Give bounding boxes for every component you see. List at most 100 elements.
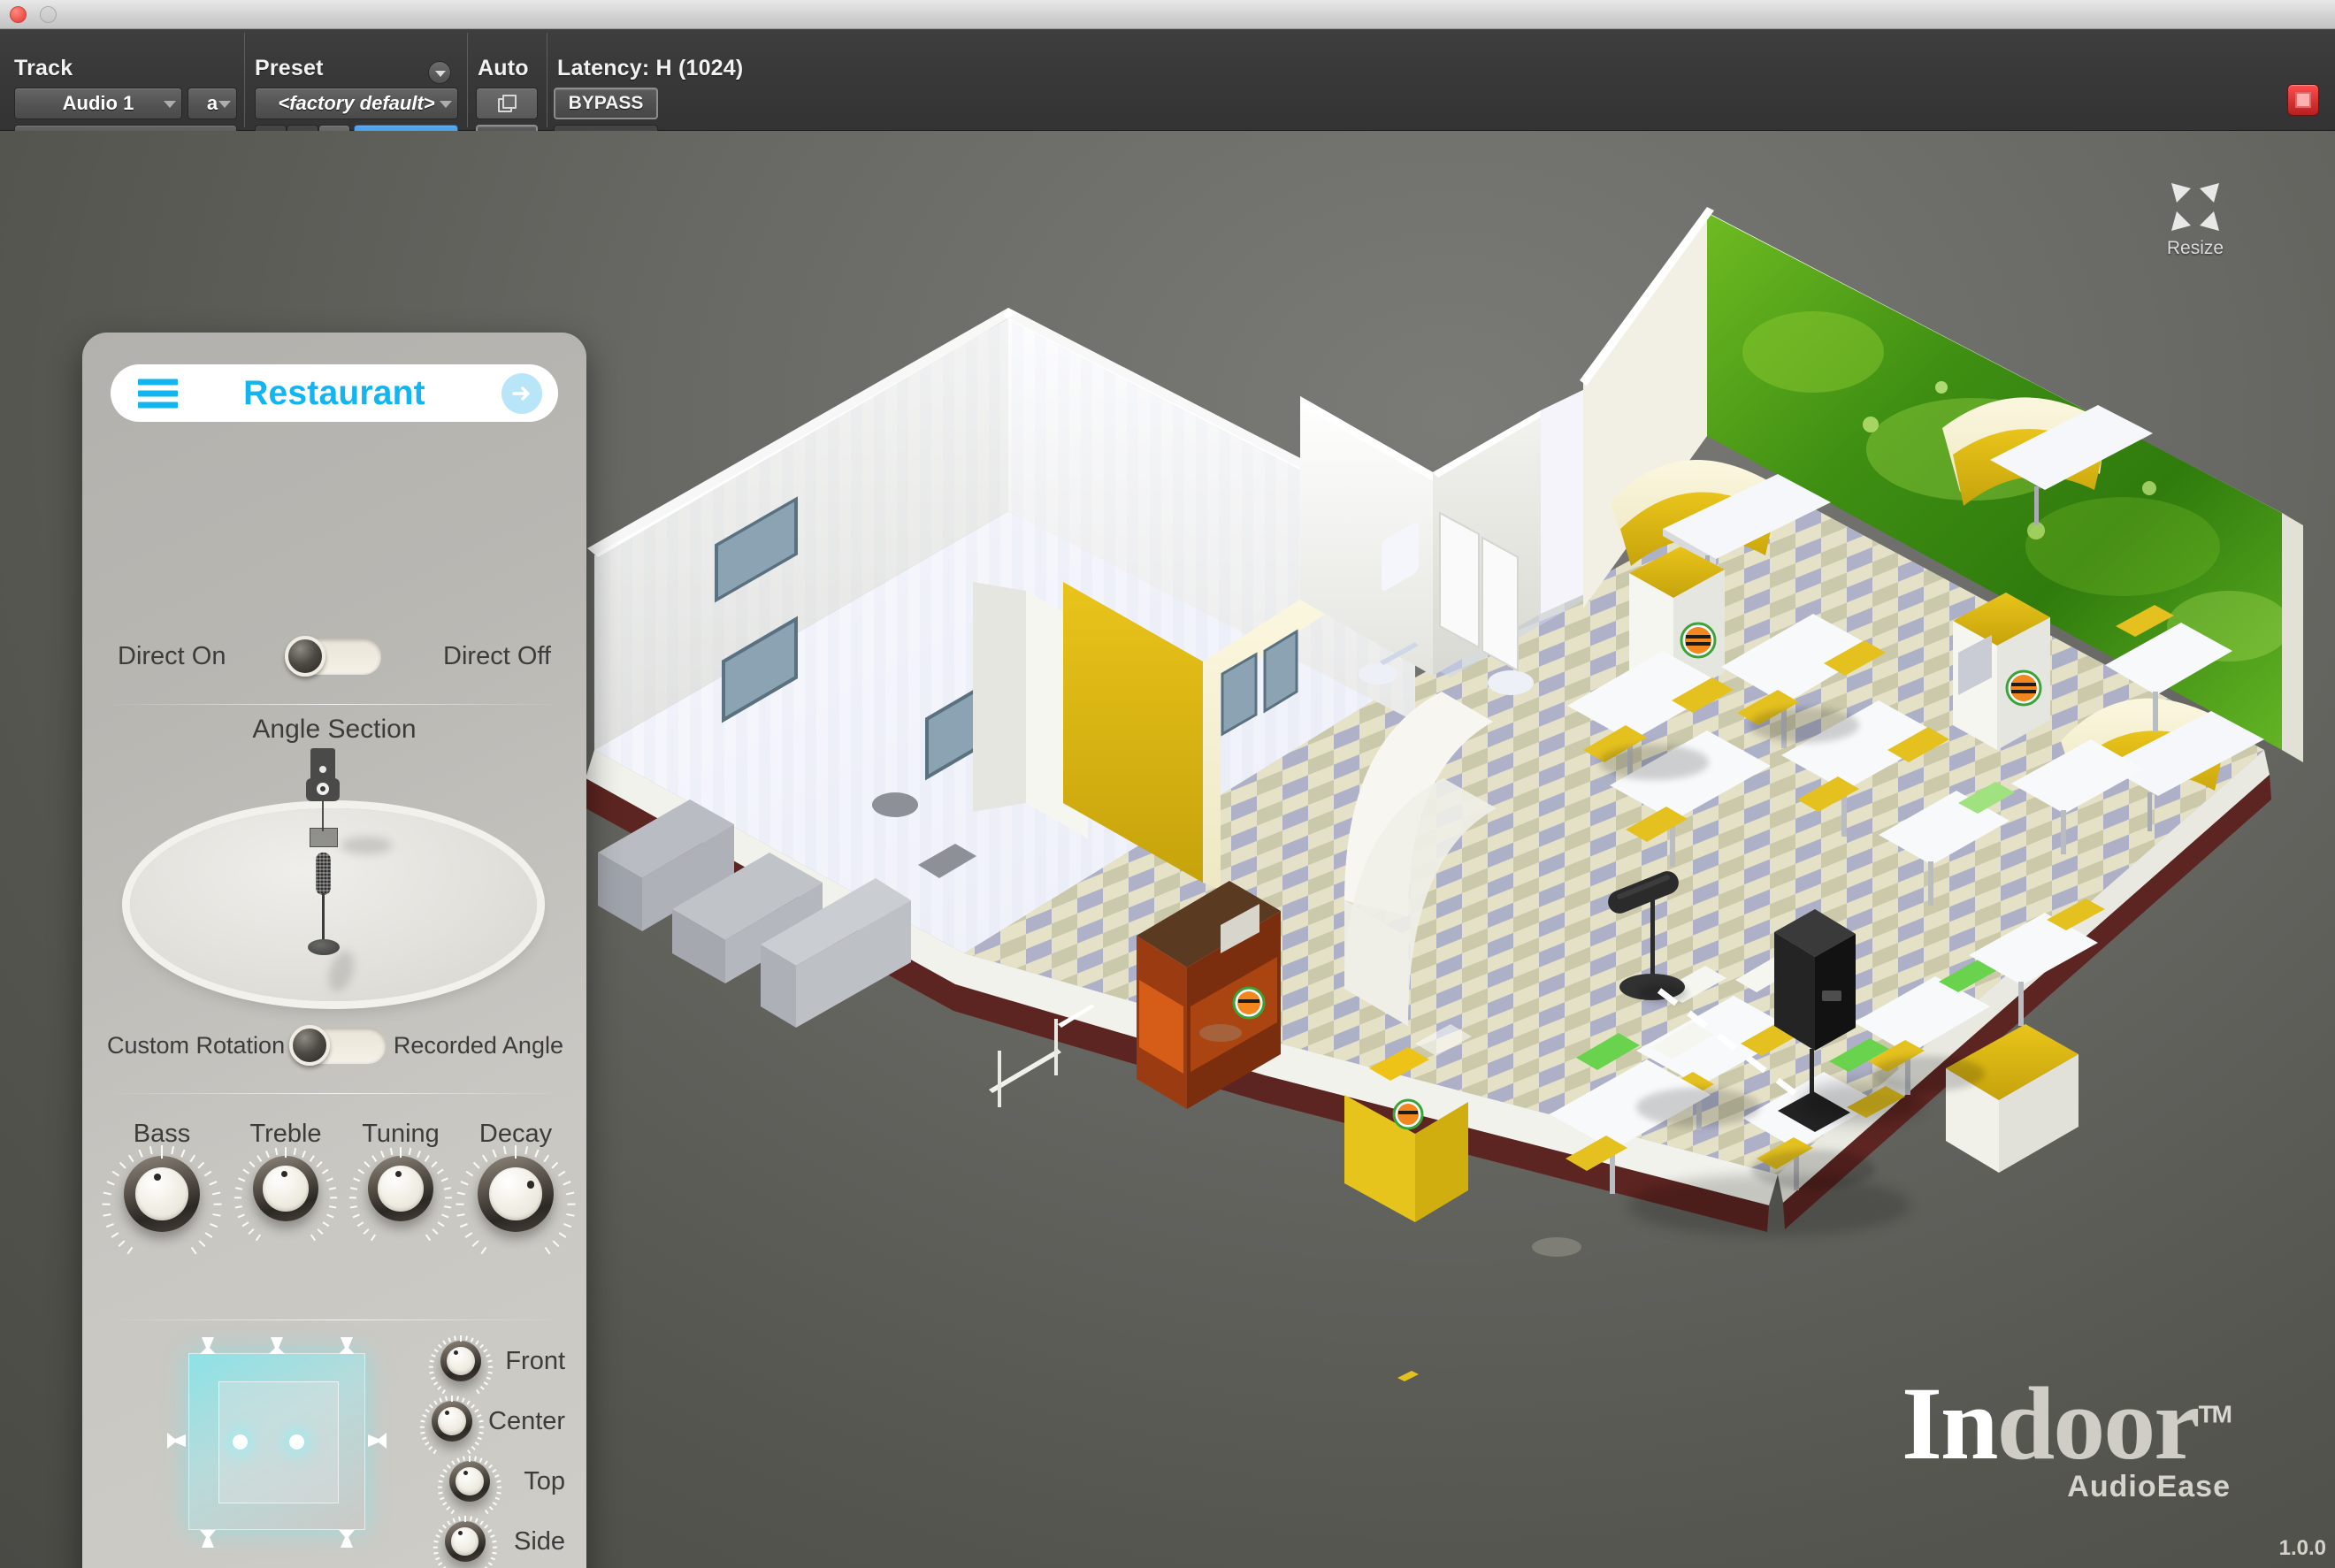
scene-stage: Resize IndoorTM AudioEase 1.0.0 Restaura… bbox=[0, 131, 2335, 1568]
channel-row-center[interactable]: Center bbox=[419, 1395, 566, 1454]
tuning-knob-group[interactable]: Tuning bbox=[337, 1120, 464, 1241]
track-header-label: Track bbox=[14, 56, 73, 80]
direct-switch[interactable] bbox=[285, 636, 382, 677]
rotation-switch-knob bbox=[289, 1025, 331, 1066]
chevron-down-icon bbox=[164, 101, 176, 108]
listener-dot-right bbox=[289, 1434, 304, 1449]
preset-menu-button[interactable] bbox=[428, 61, 451, 84]
resize-control[interactable]: Resize bbox=[2142, 180, 2248, 259]
latency-label: Latency: H (1024) bbox=[557, 56, 744, 80]
floor-drain bbox=[872, 792, 918, 817]
source-mic-icon[interactable] bbox=[306, 748, 340, 847]
toolbar-divider bbox=[467, 33, 468, 127]
auto-header-label: Auto bbox=[478, 56, 529, 80]
knob-indicator bbox=[463, 1471, 468, 1476]
divider bbox=[105, 1319, 563, 1320]
plugin-control-panel: Restaurant Direct On Direct Off Angle Se… bbox=[82, 333, 586, 1568]
knob-indicator bbox=[281, 1170, 288, 1177]
window-close-button[interactable] bbox=[10, 6, 27, 23]
direct-on-label: Direct On bbox=[118, 641, 226, 670]
direct-toggle-row: Direct On Direct Off bbox=[118, 636, 551, 677]
center-knob[interactable] bbox=[419, 1395, 485, 1454]
bypass-button[interactable]: BYPASS bbox=[554, 88, 658, 119]
angle-section-widget[interactable] bbox=[112, 748, 555, 1013]
top-knob[interactable] bbox=[438, 1455, 502, 1514]
direct-off-label: Direct Off bbox=[443, 641, 551, 670]
preset-title-bar[interactable]: Restaurant bbox=[111, 364, 558, 422]
arrow-right-icon[interactable] bbox=[501, 372, 542, 414]
side-knob[interactable] bbox=[433, 1515, 497, 1568]
channel-row-side[interactable]: Side bbox=[432, 1515, 566, 1568]
top-label: Top bbox=[524, 1466, 566, 1495]
knob-face bbox=[456, 1467, 484, 1495]
bass-knob[interactable] bbox=[102, 1144, 222, 1255]
toilet bbox=[1488, 670, 1534, 695]
capture-mic-icon[interactable] bbox=[305, 853, 341, 964]
cluster-shadow bbox=[1627, 1174, 1910, 1236]
restroom-door bbox=[1439, 511, 1480, 649]
room-cube-widget[interactable] bbox=[167, 1337, 387, 1548]
hamburger-menu-icon[interactable] bbox=[138, 373, 178, 413]
channel-knob-list: Front Center Top Side bbox=[419, 1335, 566, 1568]
knob-face bbox=[135, 1167, 188, 1220]
speaker-tab-bottom-left bbox=[198, 1530, 218, 1552]
preset-header-label: Preset bbox=[255, 56, 324, 80]
speaker-tab-top-right bbox=[337, 1337, 356, 1359]
knob-face bbox=[450, 1527, 479, 1556]
mic-shadow bbox=[341, 837, 392, 854]
rotation-switch[interactable] bbox=[289, 1025, 387, 1066]
treble-knob-group[interactable]: Treble bbox=[222, 1120, 349, 1241]
listener-dot-left bbox=[233, 1434, 248, 1449]
side-label: Side bbox=[514, 1526, 566, 1556]
brand-name-dim: door bbox=[1996, 1365, 2201, 1481]
brand-name: IndoorTM bbox=[1902, 1371, 2232, 1475]
direct-switch-knob bbox=[285, 636, 326, 677]
channel-row-top[interactable]: Top bbox=[432, 1455, 566, 1514]
track-letter-select[interactable]: a bbox=[188, 88, 237, 119]
knob-face bbox=[489, 1167, 542, 1220]
tuning-knob[interactable] bbox=[348, 1146, 453, 1241]
resize-icon bbox=[2168, 180, 2223, 234]
brand-name-lit: In bbox=[1902, 1365, 1999, 1481]
resize-label: Resize bbox=[2166, 238, 2224, 258]
service-column-2 bbox=[1953, 593, 2050, 750]
floor-prop bbox=[1397, 1371, 1419, 1381]
copy-icon bbox=[498, 95, 517, 112]
toolbar-divider bbox=[244, 33, 245, 127]
channel-row-front[interactable]: Front bbox=[428, 1335, 566, 1394]
chevron-down-icon bbox=[218, 101, 231, 108]
bass-knob-group[interactable]: Bass bbox=[98, 1120, 226, 1255]
preset-select-value: <factory default> bbox=[278, 92, 435, 114]
speaker-tab-top-center bbox=[267, 1337, 287, 1359]
decay-knob[interactable] bbox=[456, 1144, 576, 1255]
track-select[interactable]: Audio 1 bbox=[14, 88, 182, 119]
recorded-angle-label: Recorded Angle bbox=[393, 1031, 563, 1059]
speaker-tab-right bbox=[365, 1431, 387, 1455]
record-icon[interactable] bbox=[2287, 84, 2319, 116]
knob-indicator bbox=[526, 1181, 534, 1189]
front-label: Front bbox=[505, 1346, 566, 1375]
plugin-toolbar: Track Audio 1 a Indoor Atmos Preset <fac… bbox=[0, 29, 2335, 157]
speaker-tab-left bbox=[167, 1431, 188, 1455]
knob-face bbox=[446, 1347, 475, 1375]
speaker-tab-top-left bbox=[198, 1337, 218, 1359]
treble-knob[interactable] bbox=[234, 1146, 338, 1241]
rotation-toggle-row: Custom Rotation Recorded Angle bbox=[107, 1025, 563, 1066]
knob-face bbox=[438, 1407, 466, 1435]
preset-select[interactable]: <factory default> bbox=[255, 88, 458, 119]
knob-indicator bbox=[395, 1170, 402, 1177]
kitchen-door bbox=[973, 582, 1026, 812]
auto-copy-button[interactable] bbox=[476, 88, 538, 119]
version-label: 1.0.0 bbox=[2278, 1536, 2326, 1560]
restroom-door bbox=[1481, 536, 1519, 672]
speaker-tab-bottom-right bbox=[337, 1530, 356, 1552]
window-minimize-button[interactable] bbox=[40, 6, 57, 23]
plugin-window: Track Audio 1 a Indoor Atmos Preset <fac… bbox=[0, 0, 2335, 1568]
decay-knob-group[interactable]: Decay bbox=[452, 1120, 579, 1255]
track-letter-value: a bbox=[206, 92, 218, 114]
center-label: Center bbox=[488, 1406, 566, 1435]
front-knob[interactable] bbox=[428, 1335, 493, 1394]
custom-rotation-label: Custom Rotation bbox=[107, 1031, 286, 1059]
chevron-down-icon bbox=[440, 101, 452, 108]
treble-label: Treble bbox=[249, 1120, 322, 1148]
